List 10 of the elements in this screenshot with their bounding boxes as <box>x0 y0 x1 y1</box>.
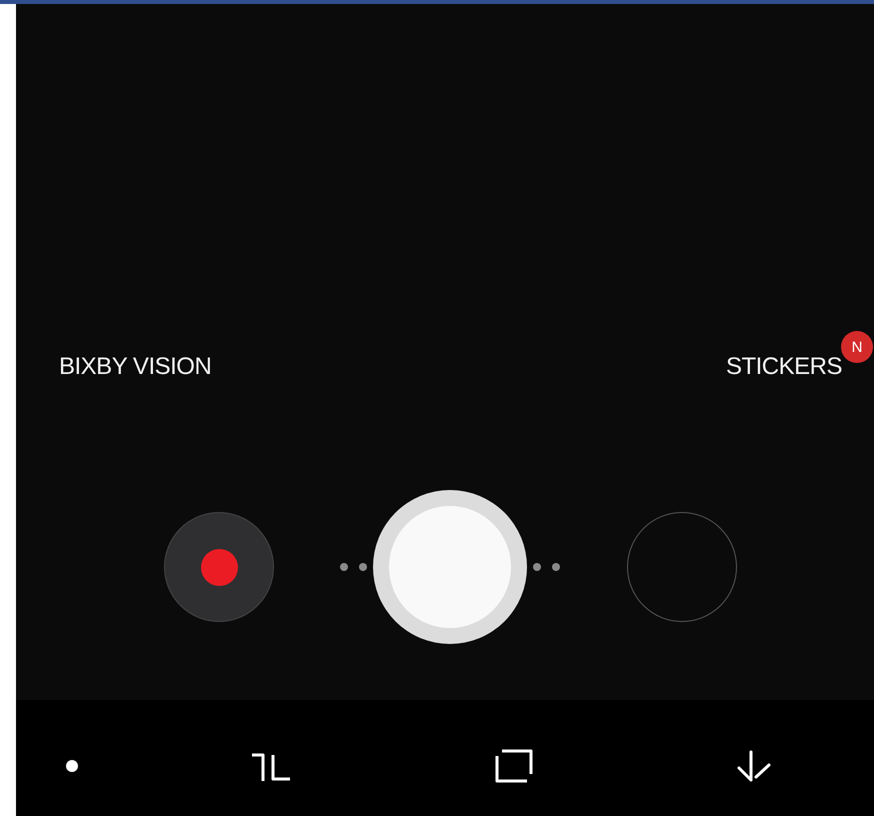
gallery-thumbnail-button[interactable] <box>627 512 737 622</box>
dot-icon <box>359 563 367 571</box>
dot-icon <box>552 563 560 571</box>
new-badge: N <box>841 331 873 363</box>
home-icon[interactable] <box>494 748 534 784</box>
dot-icon <box>340 563 348 571</box>
dot-icon[interactable] <box>66 760 78 772</box>
dot-icon <box>533 563 541 571</box>
stickers-label[interactable]: STICKERS <box>726 353 842 381</box>
bixby-vision-label[interactable]: BIXBY VISION <box>59 353 212 381</box>
